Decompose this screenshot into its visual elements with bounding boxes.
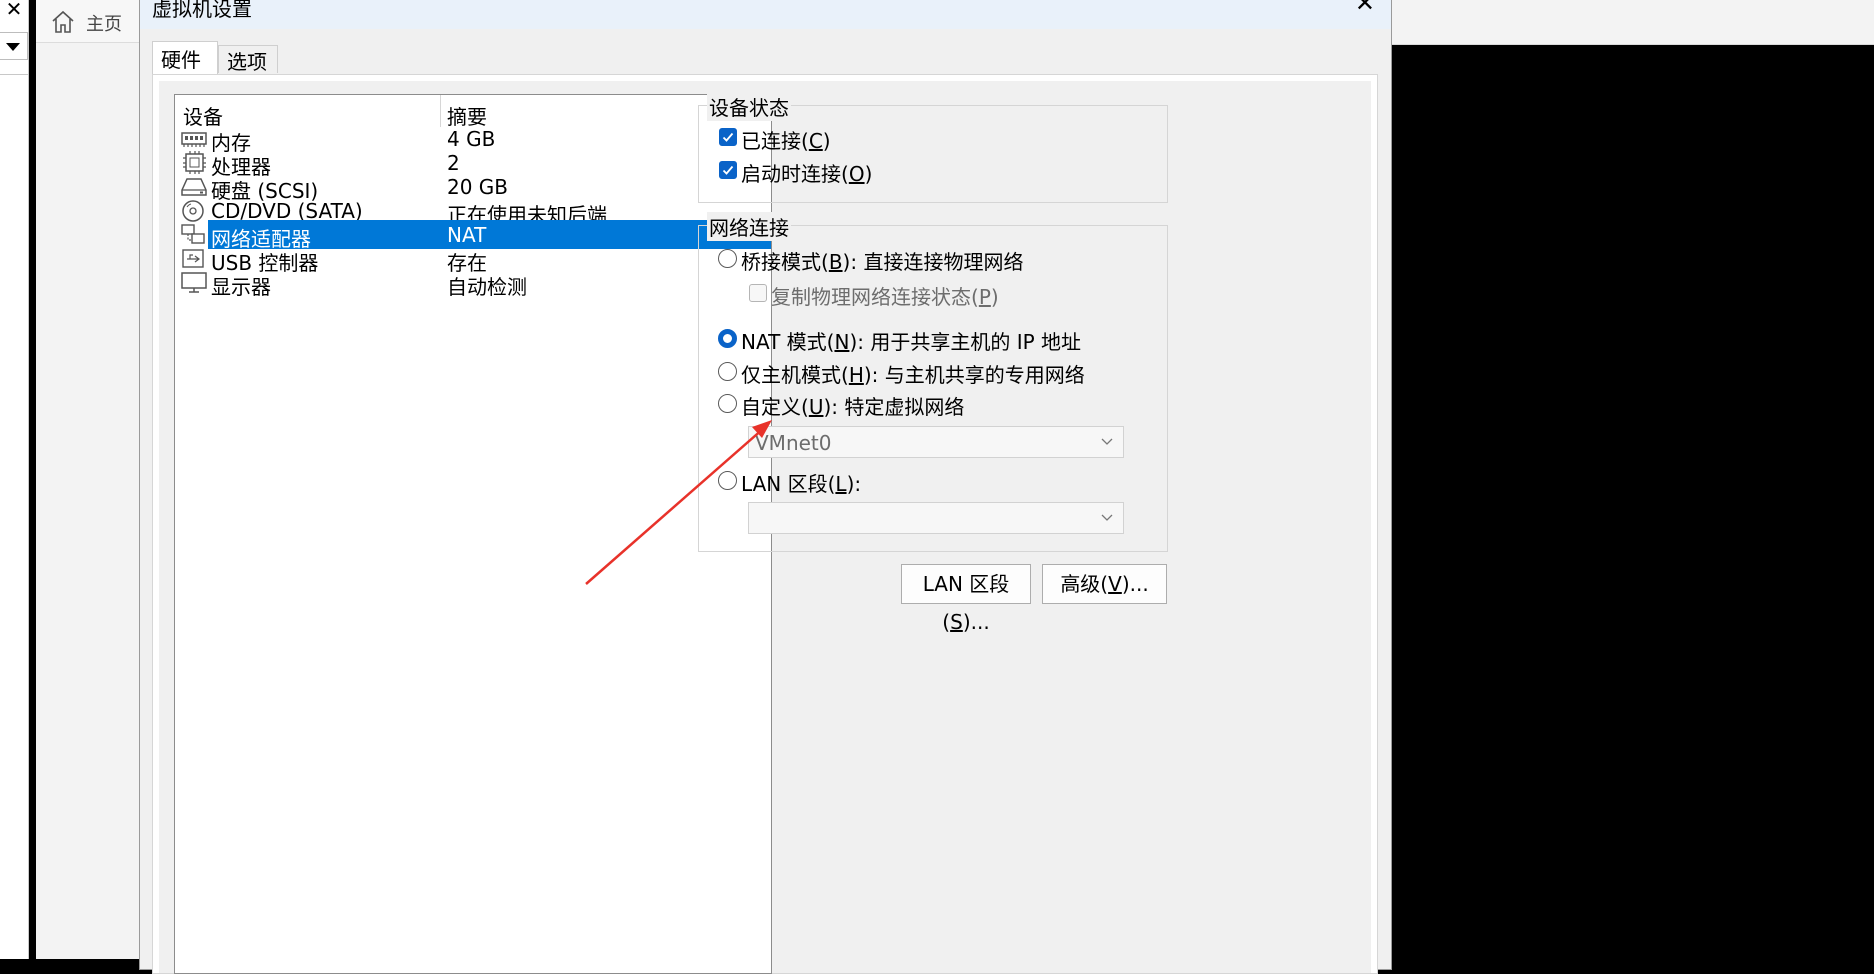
connect-on-power-checkbox[interactable] xyxy=(719,161,737,179)
nat-label[interactable]: NAT 模式(N): 用于共享主机的 IP 地址 xyxy=(741,326,1081,355)
lan-segment-select[interactable] xyxy=(748,502,1124,534)
tab-page-body: 设备 摘要 内存 4 GB 处理器 2 硬盘 (SCSI) 20 GB CD/D… xyxy=(159,81,1371,974)
custom-network-select[interactable]: VMnet0 xyxy=(748,426,1124,458)
triangle-down-icon xyxy=(6,43,20,51)
label-text: ) xyxy=(990,285,999,309)
accelerator-key: S xyxy=(950,610,963,634)
checkmark-icon xyxy=(722,132,734,142)
home-icon xyxy=(52,10,74,33)
lan-segment-radio[interactable] xyxy=(718,471,737,490)
background-app: 主页 xyxy=(36,0,144,959)
label-text: 复制物理网络连接状态( xyxy=(771,285,979,309)
chevron-down-icon xyxy=(1101,438,1113,445)
device-name: 显示器 xyxy=(211,275,271,299)
tab-options[interactable]: 选项 xyxy=(218,45,278,74)
label-text: 高级( xyxy=(1060,572,1109,596)
close-icon[interactable]: ✕ xyxy=(1355,0,1375,15)
accelerator-key: U xyxy=(808,395,824,419)
replicate-state-label[interactable]: 复制物理网络连接状态(P) xyxy=(771,281,999,310)
label-text: )... xyxy=(962,610,990,634)
advanced-button[interactable]: 高级(V)... xyxy=(1042,564,1167,604)
dialog-titlebar: 虚拟机设置 ✕ xyxy=(140,0,1391,29)
background-app-toolbar xyxy=(1392,0,1874,45)
dialog-title: 虚拟机设置 xyxy=(152,0,252,21)
accelerator-key: B xyxy=(828,250,843,274)
checkmark-icon xyxy=(722,165,734,175)
left-dropdown-button[interactable] xyxy=(0,32,28,60)
label-text: ) xyxy=(864,162,873,186)
label-text: ): 特定虚拟网络 xyxy=(823,395,965,419)
custom-network-value: VMnet0 xyxy=(755,431,832,455)
host-only-radio[interactable] xyxy=(718,362,737,381)
vm-settings-dialog: 虚拟机设置 ✕ 硬件 选项 设备 摘要 内存 4 GB 处理器 2 硬盘 (SC… xyxy=(139,0,1392,974)
custom-radio[interactable] xyxy=(718,394,737,413)
divider xyxy=(0,74,28,75)
left-close-icon[interactable]: ✕ xyxy=(0,0,28,22)
accelerator-key: V xyxy=(1108,572,1122,596)
device-status-group: 设备状态 已连接(C) 启动时连接(O) xyxy=(698,92,1168,203)
bridged-label[interactable]: 桥接模式(B): 直接连接物理网络 xyxy=(741,246,1023,275)
label-text: 已连接( xyxy=(741,129,809,153)
label-text: ): 与主机共享的专用网络 xyxy=(863,363,1085,387)
label-text: ): 用于共享主机的 IP 地址 xyxy=(849,330,1082,354)
network-connection-title: 网络连接 xyxy=(707,212,791,241)
nat-radio[interactable] xyxy=(718,329,737,348)
accelerator-key: O xyxy=(848,162,865,186)
replicate-state-checkbox[interactable] xyxy=(749,284,767,302)
chevron-down-icon xyxy=(1101,514,1113,521)
device-summary: 自动检测 xyxy=(447,275,527,299)
host-only-label[interactable]: 仅主机模式(H): 与主机共享的专用网络 xyxy=(741,359,1085,388)
device-status-title: 设备状态 xyxy=(707,92,791,121)
accelerator-key: N xyxy=(834,330,850,354)
accelerator-key: L xyxy=(835,472,847,496)
label-text: ): 直接连接物理网络 xyxy=(842,250,1024,274)
column-separator[interactable] xyxy=(440,95,441,127)
accelerator-key: H xyxy=(848,363,864,387)
connected-checkbox[interactable] xyxy=(719,128,737,146)
label-text: LAN 区段( xyxy=(741,472,836,496)
label-text: ) xyxy=(822,129,831,153)
connected-label[interactable]: 已连接(C) xyxy=(741,125,831,154)
lan-segment-label[interactable]: LAN 区段(L): xyxy=(741,468,861,497)
home-tab[interactable]: 主页 xyxy=(36,0,144,43)
network-connection-group: 网络连接 桥接模式(B): 直接连接物理网络 复制物理网络连接状态(P) NAT… xyxy=(698,212,1168,552)
accelerator-key: P xyxy=(978,285,991,309)
lan-segments-button[interactable]: LAN 区段(S)... xyxy=(901,564,1031,634)
monitor-icon xyxy=(181,272,207,293)
label-text: 桥接模式( xyxy=(741,250,829,274)
label-text: 仅主机模式( xyxy=(741,363,849,387)
device-list[interactable]: 设备 摘要 内存 4 GB 处理器 2 硬盘 (SCSI) 20 GB CD/D… xyxy=(174,94,772,974)
accelerator-key: C xyxy=(808,129,823,153)
tab-hardware[interactable]: 硬件 xyxy=(152,41,218,75)
label-text: )... xyxy=(1121,572,1149,596)
hardware-tab-page: 设备 摘要 内存 4 GB 处理器 2 硬盘 (SCSI) 20 GB CD/D… xyxy=(152,74,1378,974)
bridged-radio[interactable] xyxy=(718,249,737,268)
custom-label[interactable]: 自定义(U): 特定虚拟网络 xyxy=(741,391,964,420)
background-app-left-panel: ✕ xyxy=(0,0,29,959)
home-tab-label: 主页 xyxy=(86,14,122,35)
connect-on-power-label[interactable]: 启动时连接(O) xyxy=(741,158,872,187)
label-text: NAT 模式( xyxy=(741,330,835,354)
device-row-monitor[interactable]: 显示器 自动检测 xyxy=(175,268,771,299)
label-text: 自定义( xyxy=(741,395,809,419)
device-list-header: 设备 摘要 xyxy=(175,95,771,129)
label-text: 启动时连接( xyxy=(741,162,849,186)
label-text: ): xyxy=(846,472,862,496)
